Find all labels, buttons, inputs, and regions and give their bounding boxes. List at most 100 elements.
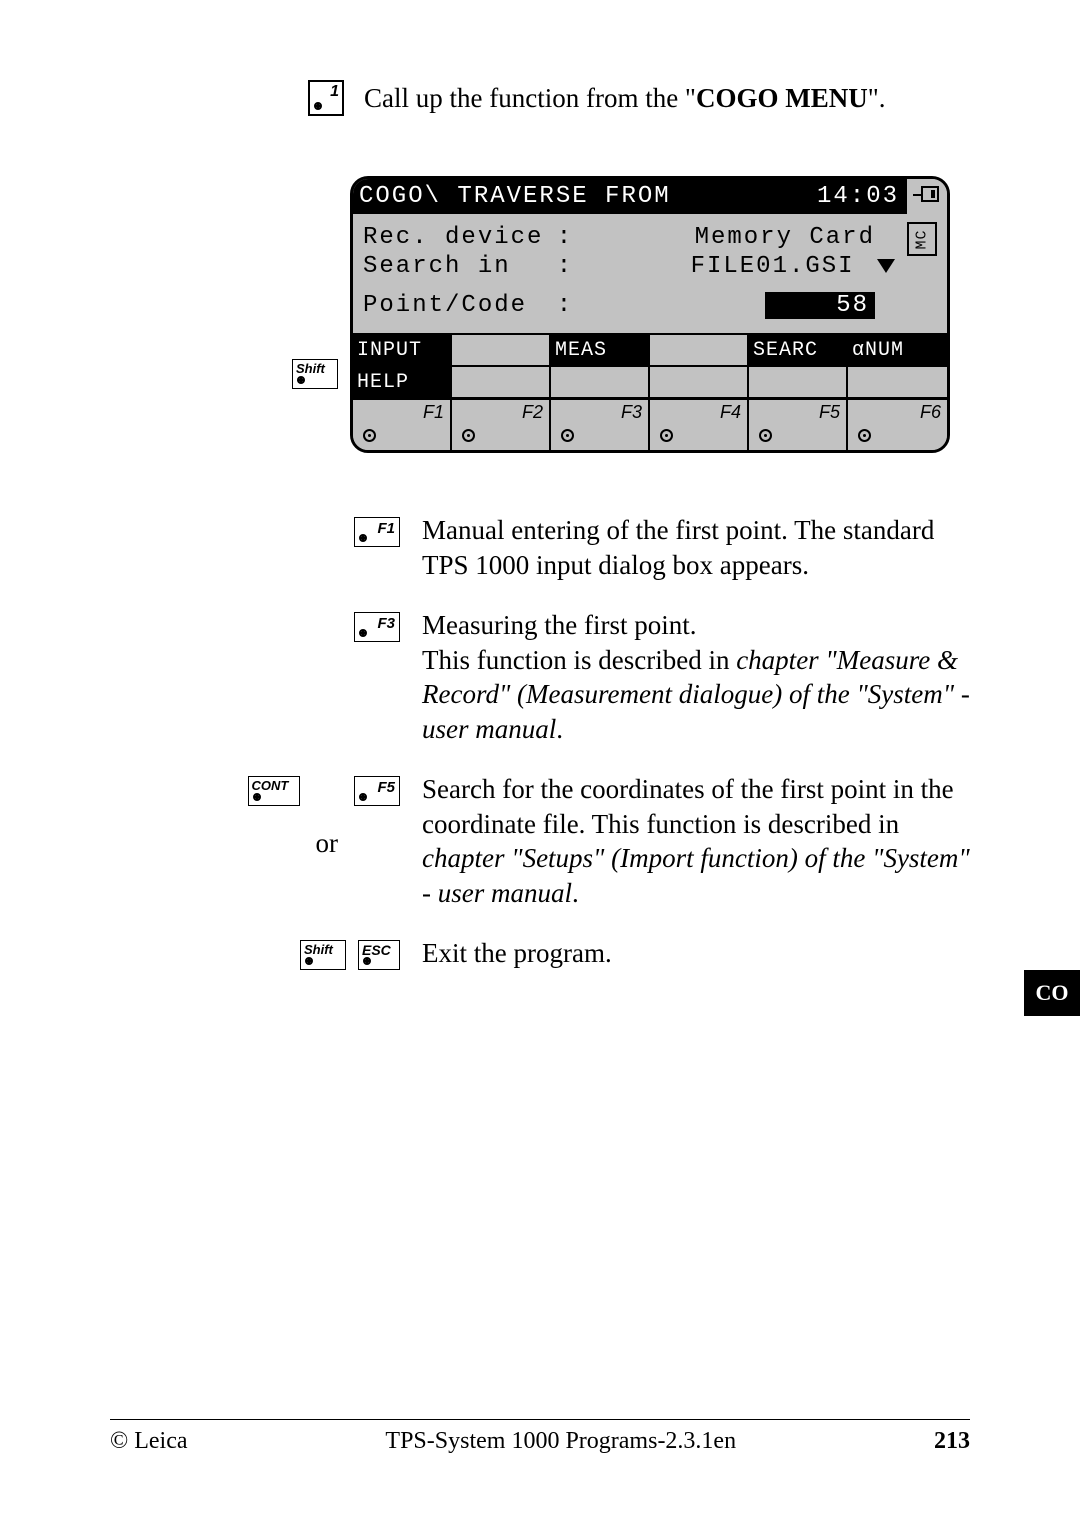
colon: : (553, 224, 577, 251)
softkey-blank (551, 367, 650, 397)
key-dot-icon (759, 429, 772, 442)
desc-f3-text: Measuring the first point. This function… (422, 608, 970, 746)
footer-page-number: 213 (934, 1428, 970, 1455)
softkey-searc: SEARC (749, 335, 848, 365)
step-1-row: 1 Call up the function from the "COGO ME… (308, 80, 970, 116)
step-number: 1 (330, 83, 339, 101)
softkey-blank (452, 335, 551, 365)
f5-line1c: . (572, 878, 579, 908)
key-dot-icon (462, 429, 475, 442)
row-point-code: Point/Code : 58 (363, 292, 937, 319)
softkey-meas: MEAS (551, 335, 650, 365)
key-dot-icon (297, 376, 305, 384)
softkey-input: INPUT (353, 335, 452, 365)
softkey-blank (650, 367, 749, 397)
desc-exit-text: Exit the program. (422, 936, 970, 971)
fkey-f5: F5 (749, 400, 848, 450)
desc-f1-text: Manual entering of the first point. The … (422, 513, 970, 582)
shift-key-2: Shift (300, 940, 346, 970)
f3-key-label: F3 (377, 615, 395, 632)
row-search-in: Search in : FILE01.GSI (363, 253, 937, 280)
fkey-label: F5 (819, 402, 840, 423)
step-text-post: ". (868, 83, 886, 113)
memory-card-icon: MC (907, 222, 937, 256)
softkey-blank (452, 367, 551, 397)
key-dot-icon (858, 429, 871, 442)
key-dot-icon (363, 957, 371, 965)
softkey-blank (848, 367, 947, 397)
f5-line1a: Search for the coordinates of the first … (422, 774, 954, 839)
value-search-in: FILE01.GSI (691, 253, 855, 280)
key-dot-icon (314, 102, 322, 110)
softkey-row-1: INPUT MEAS SEARC αNUM (353, 333, 947, 365)
label-rec-device: Rec. device (363, 224, 553, 251)
esc-key: ESC (358, 940, 400, 970)
lcd-title: COGO\ TRAVERSE FROM (353, 179, 809, 214)
f3-line1: Measuring the first point. (422, 610, 696, 640)
softkey-row-2: HELP (353, 365, 947, 397)
footer-center: TPS-System 1000 Programs-2.3.1en (385, 1428, 736, 1455)
step-text-pre: Call up the function from the " (364, 83, 696, 113)
fkey-f3: F3 (551, 400, 650, 450)
key-dot-icon (253, 793, 261, 801)
f3-key: F3 (354, 612, 400, 642)
function-key-row: F1 F2 F3 F4 F5 F6 (353, 397, 947, 450)
key-dot-icon (363, 429, 376, 442)
f3-line2a: This function is described in (422, 645, 736, 675)
cont-key-label: CONT (252, 778, 289, 793)
key-dot-icon (305, 957, 313, 965)
esc-key-label: ESC (362, 942, 391, 958)
step-text-bold: COGO MENU (696, 83, 868, 113)
key-dot-icon (359, 534, 367, 542)
fkey-f1: F1 (353, 400, 452, 450)
softkey-blank (749, 367, 848, 397)
desc-f5: CONT or F5 Search for the coordinates of… (180, 772, 970, 910)
desc-f1: F1 Manual entering of the first point. T… (180, 513, 970, 582)
desc-f5-text: Search for the coordinates of the first … (422, 772, 970, 910)
key-dot-icon (359, 793, 367, 801)
shift-key: Shift (292, 359, 338, 389)
mc-label: MC (913, 229, 930, 249)
lcd-time: 14:03 (809, 179, 907, 214)
fkey-label: F3 (621, 402, 642, 423)
f3-line2c: . (556, 714, 563, 744)
dropdown-icon (877, 259, 895, 273)
lcd-title-bar: COGO\ TRAVERSE FROM 14:03 (353, 179, 947, 214)
row-rec-device: Rec. device : Memory Card (363, 224, 937, 251)
fkey-f6: F6 (848, 400, 947, 450)
f5-key: F5 (354, 776, 400, 806)
step-1-text: Call up the function from the "COGO MENU… (364, 81, 885, 116)
value-rec-device: Memory Card (577, 224, 937, 251)
fkey-f2: F2 (452, 400, 551, 450)
lcd-screen: COGO\ TRAVERSE FROM 14:03 MC Rec. device… (350, 176, 950, 453)
value-point-code-wrap: 58 (577, 292, 937, 319)
label-point-code: Point/Code (363, 292, 553, 319)
value-point-code: 58 (765, 292, 875, 319)
value-search-in-wrap: FILE01.GSI (577, 253, 937, 280)
step-1-key: 1 (308, 80, 344, 116)
key-dot-icon (359, 629, 367, 637)
colon: : (553, 292, 577, 319)
fkey-label: F1 (423, 402, 444, 423)
f5-line1b: chapter "Setups" (Import function) of th… (422, 843, 970, 908)
shift-key-label-2: Shift (304, 942, 333, 957)
page-footer: © Leica TPS-System 1000 Programs-2.3.1en… (110, 1419, 970, 1455)
key-dot-icon (660, 429, 673, 442)
key-dot-icon (561, 429, 574, 442)
fkey-f4: F4 (650, 400, 749, 450)
colon: : (553, 253, 577, 280)
f5-key-label: F5 (377, 779, 395, 796)
softkey-blank (650, 335, 749, 365)
side-tab-co: CO (1024, 970, 1080, 1016)
desc-exit: Shift ESC Exit the program. (180, 936, 970, 971)
desc-f3: F3 Measuring the first point. This funct… (180, 608, 970, 746)
f1-key: F1 (354, 517, 400, 547)
cont-key: CONT (248, 776, 300, 806)
softkey-anum: αNUM (848, 335, 947, 365)
fkey-label: F4 (720, 402, 741, 423)
label-search-in: Search in (363, 253, 553, 280)
softkey-help: HELP (353, 367, 452, 397)
or-text: or (316, 828, 339, 859)
shift-key-label: Shift (296, 361, 325, 376)
fkey-label: F2 (522, 402, 543, 423)
